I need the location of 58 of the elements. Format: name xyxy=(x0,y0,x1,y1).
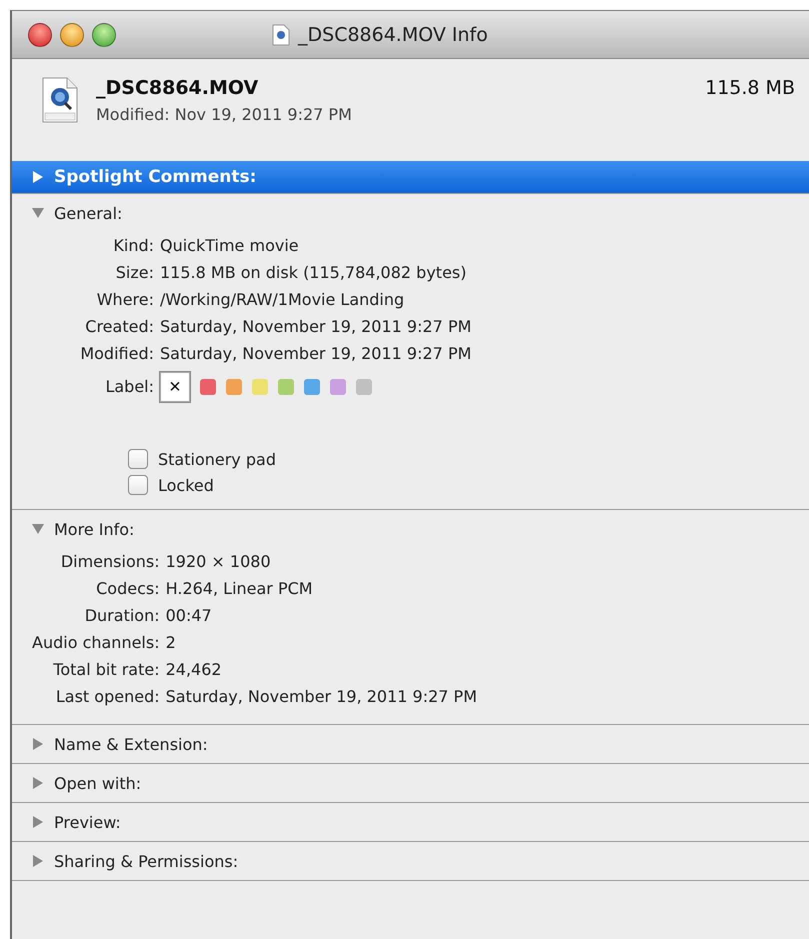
minimize-button[interactable] xyxy=(60,22,84,46)
field-value: 115.8 MB on disk (115,784,082 bytes) xyxy=(160,262,468,284)
field-value: Saturday, November 19, 2011 9:27 PM xyxy=(160,316,472,338)
field-label: Size: xyxy=(114,262,154,284)
field-value: 1920 × 1080 xyxy=(166,551,272,573)
field-value: /Working/RAW/1Movie Landing xyxy=(160,289,406,311)
disclosure-triangle-icon[interactable] xyxy=(32,816,44,828)
close-button[interactable] xyxy=(28,22,52,46)
section-header[interactable]: More Info: xyxy=(12,510,809,548)
field-label: Audio channels: xyxy=(32,632,160,654)
field-value: Saturday, November 19, 2011 9:27 PM xyxy=(166,686,478,708)
disclosure-triangle-icon[interactable] xyxy=(32,738,44,750)
checkbox[interactable] xyxy=(128,475,148,495)
checkbox-label[interactable]: Locked xyxy=(158,476,214,494)
field-label: Modified: xyxy=(79,343,154,365)
field-value: 2 xyxy=(166,632,177,654)
disclosure-triangle-icon[interactable] xyxy=(32,523,44,535)
checkbox[interactable] xyxy=(128,449,148,469)
window-title: _DSC8864.MOV Info xyxy=(298,24,488,46)
disclosure-triangle-icon[interactable] xyxy=(32,777,44,789)
section-header[interactable]: Spotlight Comments: xyxy=(12,161,809,193)
label-swatch[interactable] xyxy=(356,379,372,395)
label-swatch[interactable] xyxy=(200,379,216,395)
movie-file-icon xyxy=(272,24,290,46)
file-size: 115.8 MB xyxy=(705,77,796,99)
label-swatch[interactable] xyxy=(252,379,268,395)
field-label: Total bit rate: xyxy=(52,659,160,681)
file-name: _DSC8864.MOV xyxy=(96,77,260,99)
movie-file-icon xyxy=(42,77,78,123)
field-value: Saturday, November 19, 2011 9:27 PM xyxy=(160,343,472,365)
field-label: Kind: xyxy=(112,235,154,257)
disclosure-triangle-icon[interactable] xyxy=(32,171,44,183)
section-header[interactable]: Sharing & Permissions: xyxy=(12,842,809,880)
section-header[interactable]: Name & Extension: xyxy=(12,725,809,763)
modified-date: Modified: Nov 19, 2011 9:27 PM xyxy=(96,105,353,124)
field-label: Where: xyxy=(96,289,154,311)
field-value: H.264, Linear PCM xyxy=(166,578,314,600)
field-label: Last opened: xyxy=(54,686,160,708)
field-value: 24,462 xyxy=(166,659,223,681)
field-label: Label: xyxy=(104,376,154,398)
label-swatch[interactable] xyxy=(278,379,294,395)
disclosure-triangle-icon[interactable] xyxy=(32,855,44,867)
label-swatch[interactable] xyxy=(330,379,346,395)
field-value: 00:47 xyxy=(166,605,213,627)
field-label: Duration: xyxy=(84,605,160,627)
section-header[interactable]: Open with: xyxy=(12,764,809,802)
label-swatch[interactable] xyxy=(304,379,320,395)
disclosure-triangle-icon[interactable] xyxy=(32,207,44,219)
zoom-button[interactable] xyxy=(92,22,116,46)
field-label: Created: xyxy=(84,316,154,338)
checkbox-label[interactable]: Stationery pad xyxy=(158,450,276,468)
section-header[interactable]: Preview: xyxy=(12,803,809,841)
field-label: Dimensions: xyxy=(60,551,160,573)
section-header[interactable]: General: xyxy=(12,194,809,232)
no-label-button[interactable]: × xyxy=(160,372,190,402)
label-swatch[interactable] xyxy=(226,379,242,395)
field-value: QuickTime movie xyxy=(160,235,300,257)
field-label: Codecs: xyxy=(95,578,160,600)
